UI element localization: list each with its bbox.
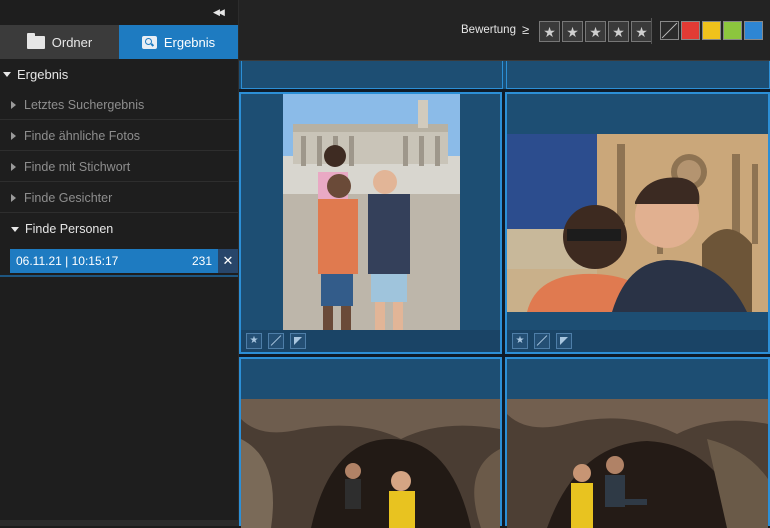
star-icon[interactable]: ★ [585,21,606,42]
reject-icon[interactable] [268,333,284,349]
tree-header-ergebnis[interactable]: Ergebnis [0,63,238,85]
sidebar-footer [0,520,238,526]
tree-item-finde-personen[interactable]: Finde Personen [0,214,238,244]
tree-item-label: Finde mit Stichwort [24,159,131,174]
star-icon[interactable]: ★ [631,21,652,42]
star-icon[interactable]: ★ [512,333,528,349]
color-swatch-green[interactable] [723,21,742,40]
search-result-entry[interactable]: 06.11.21 | 10:15:17 231 ✕ [10,249,238,273]
rating-operator[interactable]: ≥ [522,22,529,37]
thumb-toolbar: ★ [507,330,768,352]
divider [651,18,652,44]
star-icon[interactable]: ★ [539,21,560,42]
photo-thumb-cutoff[interactable] [506,61,770,89]
previous-row [239,61,770,89]
photo-thumb[interactable] [505,357,770,528]
star-icon[interactable]: ★ [562,21,583,42]
folder-icon [26,32,45,49]
divider [0,275,238,277]
tree-item-label: Finde Gesichter [24,190,113,205]
color-label-filter [660,21,763,40]
rating-label: Bewertung [461,24,516,36]
color-swatch-red[interactable] [681,21,700,40]
tree-item-label: Letztes Suchergebnis [24,97,145,112]
tree-item-finde-gesichter[interactable]: Finde Gesichter [0,183,238,213]
tab-ordner[interactable]: Ordner [0,25,119,59]
photo-thumb[interactable]: ★ [505,92,770,354]
search-icon [141,35,157,49]
photo-image [507,399,768,528]
sidebar: ◀◀ Ordner Ergebnis Ergebnis Letztes Such… [0,0,239,526]
color-swatch-yellow[interactable] [702,21,721,40]
photo-image [507,134,768,312]
photo-thumb-cutoff[interactable] [241,61,503,89]
chevron-right-icon [11,131,16,140]
tree-item-finde-mit-stichwort[interactable]: Finde mit Stichwort [0,152,238,182]
flag-icon[interactable] [556,333,572,349]
chevron-right-icon [11,162,16,171]
collapse-panel-icon[interactable]: ◀◀ [213,7,225,18]
tree-item-letztes-suchergebnis[interactable]: Letztes Suchergebnis [0,90,238,120]
tree-item-label: Finde Personen [25,222,114,236]
no-color-swatch[interactable] [660,21,679,40]
chevron-down-icon [11,226,19,232]
tree-item-finde-aehnliche-fotos[interactable]: Finde ähnliche Fotos [0,121,238,151]
photo-image [241,399,500,528]
rating-filter: ★ ★ ★ ★ ★ [539,21,652,42]
close-icon[interactable]: ✕ [218,249,238,273]
star-icon[interactable]: ★ [246,333,262,349]
result-count: 231 [191,254,212,268]
chevron-right-icon [11,193,16,202]
tree-item-label: Finde ähnliche Fotos [24,128,141,143]
color-swatch-blue[interactable] [744,21,763,40]
flag-icon[interactable] [290,333,306,349]
chevron-down-icon [3,71,11,77]
thumb-toolbar: ★ [241,330,500,352]
chevron-right-icon [11,100,16,109]
star-icon[interactable]: ★ [608,21,629,42]
photo-grid: ★ ★ [239,61,770,528]
reject-icon[interactable] [534,333,550,349]
tree-header-label: Ergebnis [17,66,69,82]
tab-label: Ergebnis [163,34,216,50]
photo-thumb[interactable] [239,357,502,528]
filter-toolbar: Bewertung ≥ ★ ★ ★ ★ ★ [239,0,770,61]
tab-label: Ordner [51,34,93,50]
panel-tabs: Ordner Ergebnis [0,25,238,59]
photo-thumb[interactable]: ★ [239,92,502,354]
result-timestamp: 06.11.21 | 10:15:17 [16,254,119,268]
photo-image [283,94,460,332]
tab-ergebnis[interactable]: Ergebnis [119,25,238,59]
